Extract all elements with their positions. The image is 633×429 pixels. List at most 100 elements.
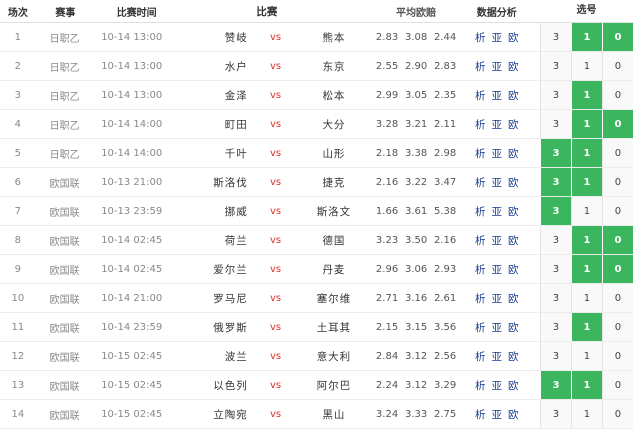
analysis-link[interactable]: 析 xyxy=(475,117,486,132)
pick-option[interactable]: 1 xyxy=(570,313,602,341)
analysis-link[interactable]: 欧 xyxy=(508,291,519,306)
analysis-link[interactable]: 亚 xyxy=(492,320,503,335)
pick-option[interactable]: 1 xyxy=(570,23,602,51)
away-team[interactable]: 阿尔巴 xyxy=(295,378,372,393)
analysis-link[interactable]: 欧 xyxy=(508,146,519,161)
pick-option[interactable]: 1 xyxy=(570,284,602,312)
analysis-link[interactable]: 欧 xyxy=(508,262,519,277)
pick-option[interactable]: 0 xyxy=(601,139,633,167)
pick-option[interactable]: 1 xyxy=(570,197,602,225)
pick-option[interactable]: 0 xyxy=(601,255,633,283)
analysis-link[interactable]: 欧 xyxy=(508,204,519,219)
pick-option[interactable]: 0 xyxy=(601,313,633,341)
home-team[interactable]: 赞岐 xyxy=(178,30,255,45)
pick-option[interactable]: 1 xyxy=(570,400,602,428)
analysis-link[interactable]: 析 xyxy=(475,378,486,393)
away-team[interactable]: 大分 xyxy=(295,117,372,132)
pick-option[interactable]: 3 xyxy=(539,168,571,196)
pick-option[interactable]: 0 xyxy=(601,81,633,109)
away-team[interactable]: 熊本 xyxy=(295,30,372,45)
analysis-link[interactable]: 析 xyxy=(475,262,486,277)
pick-option[interactable]: 0 xyxy=(601,197,633,225)
pick-option[interactable]: 1 xyxy=(570,255,602,283)
pick-option[interactable]: 3 xyxy=(539,197,571,225)
analysis-link[interactable]: 欧 xyxy=(508,320,519,335)
analysis-link[interactable]: 析 xyxy=(475,204,486,219)
home-team[interactable]: 爱尔兰 xyxy=(178,262,255,277)
pick-option[interactable]: 3 xyxy=(539,139,571,167)
pick-option[interactable]: 1 xyxy=(570,110,602,138)
pick-option[interactable]: 1 xyxy=(570,226,602,254)
away-team[interactable]: 东京 xyxy=(295,59,372,74)
analysis-link[interactable]: 亚 xyxy=(492,59,503,74)
analysis-link[interactable]: 析 xyxy=(475,320,486,335)
pick-option[interactable]: 3 xyxy=(539,23,571,51)
away-team[interactable]: 德国 xyxy=(295,233,372,248)
analysis-link[interactable]: 析 xyxy=(475,291,486,306)
pick-option[interactable]: 0 xyxy=(601,284,633,312)
away-team[interactable]: 丹麦 xyxy=(295,262,372,277)
away-team[interactable]: 山形 xyxy=(295,146,372,161)
home-team[interactable]: 波兰 xyxy=(178,349,255,364)
analysis-link[interactable]: 欧 xyxy=(508,175,519,190)
home-team[interactable]: 罗马尼 xyxy=(178,291,255,306)
analysis-link[interactable]: 欧 xyxy=(508,407,519,422)
pick-option[interactable]: 3 xyxy=(539,110,571,138)
pick-option[interactable]: 1 xyxy=(570,168,602,196)
analysis-link[interactable]: 析 xyxy=(475,233,486,248)
away-team[interactable]: 斯洛文 xyxy=(295,204,372,219)
analysis-link[interactable]: 析 xyxy=(475,175,486,190)
analysis-link[interactable]: 析 xyxy=(475,88,486,103)
home-team[interactable]: 挪威 xyxy=(178,204,255,219)
away-team[interactable]: 意大利 xyxy=(295,349,372,364)
away-team[interactable]: 黑山 xyxy=(295,407,372,422)
analysis-link[interactable]: 亚 xyxy=(492,262,503,277)
analysis-link[interactable]: 亚 xyxy=(492,175,503,190)
analysis-link[interactable]: 析 xyxy=(475,146,486,161)
pick-option[interactable]: 1 xyxy=(570,81,602,109)
home-team[interactable]: 金泽 xyxy=(178,88,255,103)
home-team[interactable]: 俄罗斯 xyxy=(178,320,255,335)
pick-option[interactable]: 0 xyxy=(601,400,633,428)
home-team[interactable]: 荷兰 xyxy=(178,233,255,248)
analysis-link[interactable]: 亚 xyxy=(492,378,503,393)
analysis-link[interactable]: 亚 xyxy=(492,30,503,45)
analysis-link[interactable]: 欧 xyxy=(508,59,519,74)
analysis-link[interactable]: 欧 xyxy=(508,88,519,103)
pick-option[interactable]: 3 xyxy=(539,255,571,283)
analysis-link[interactable]: 亚 xyxy=(492,349,503,364)
pick-option[interactable]: 1 xyxy=(570,342,602,370)
pick-option[interactable]: 1 xyxy=(570,52,602,80)
analysis-link[interactable]: 析 xyxy=(475,349,486,364)
pick-option[interactable]: 3 xyxy=(539,400,571,428)
pick-option[interactable]: 3 xyxy=(539,284,571,312)
home-team[interactable]: 以色列 xyxy=(178,378,255,393)
analysis-link[interactable]: 亚 xyxy=(492,88,503,103)
away-team[interactable]: 土耳其 xyxy=(295,320,372,335)
analysis-link[interactable]: 亚 xyxy=(492,407,503,422)
pick-option[interactable]: 0 xyxy=(601,371,633,399)
pick-option[interactable]: 0 xyxy=(601,226,633,254)
analysis-link[interactable]: 析 xyxy=(475,30,486,45)
home-team[interactable]: 立陶宛 xyxy=(178,407,255,422)
pick-option[interactable]: 3 xyxy=(539,371,571,399)
pick-option[interactable]: 3 xyxy=(539,226,571,254)
pick-option[interactable]: 3 xyxy=(539,313,571,341)
analysis-link[interactable]: 亚 xyxy=(492,146,503,161)
analysis-link[interactable]: 亚 xyxy=(492,117,503,132)
pick-option[interactable]: 3 xyxy=(539,342,571,370)
pick-option[interactable]: 0 xyxy=(601,168,633,196)
pick-option[interactable]: 1 xyxy=(570,371,602,399)
pick-option[interactable]: 0 xyxy=(601,110,633,138)
pick-option[interactable]: 0 xyxy=(601,23,633,51)
analysis-link[interactable]: 亚 xyxy=(492,291,503,306)
home-team[interactable]: 町田 xyxy=(178,117,255,132)
home-team[interactable]: 水户 xyxy=(178,59,255,74)
analysis-link[interactable]: 欧 xyxy=(508,117,519,132)
away-team[interactable]: 捷克 xyxy=(295,175,372,190)
analysis-link[interactable]: 亚 xyxy=(492,233,503,248)
analysis-link[interactable]: 析 xyxy=(475,59,486,74)
home-team[interactable]: 千叶 xyxy=(178,146,255,161)
analysis-link[interactable]: 欧 xyxy=(508,30,519,45)
analysis-link[interactable]: 欧 xyxy=(508,378,519,393)
